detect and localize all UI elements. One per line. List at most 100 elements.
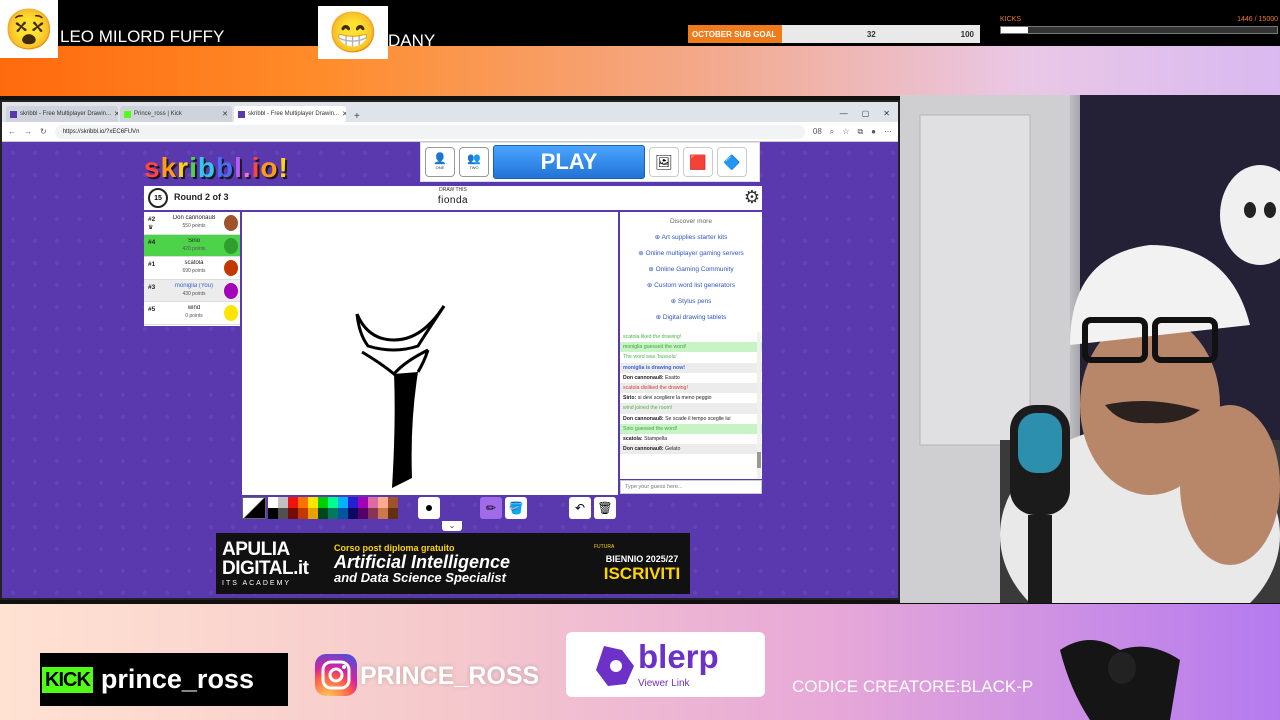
chat-message: Don cannonau8: Gelato: [620, 444, 762, 455]
color-swatch[interactable]: [308, 508, 318, 519]
player-row: #3 moniglia (You) 430 points: [144, 279, 240, 303]
person-icon: 👤: [433, 153, 447, 165]
color-swatch[interactable]: [288, 508, 298, 519]
discover-link[interactable]: ⊕ Custom word list generators: [620, 281, 762, 289]
chevron-down-icon[interactable]: ⌄: [442, 521, 462, 531]
browser-tab-skribbl-1[interactable]: skribbl - Free Multiplayer Drawin... ✕: [6, 106, 118, 122]
chat-message: scatola disliked the drawing!: [620, 383, 762, 394]
mode-one-button[interactable]: 👤 ONE: [425, 147, 455, 177]
pencil-icon[interactable]: ✏: [480, 497, 502, 519]
color-swatch[interactable]: [308, 497, 318, 508]
color-swatch[interactable]: [298, 508, 308, 519]
player-name: moniglia (You): [174, 282, 214, 289]
discover-link[interactable]: ⊕ Stylus pens: [620, 297, 762, 305]
chat-message: The word was 'bussola': [623, 354, 677, 361]
color-swatch[interactable]: [358, 497, 368, 508]
trash-icon[interactable]: 🗑: [594, 497, 616, 519]
instagram-glyph: [321, 660, 351, 690]
new-tab-icon[interactable]: +: [348, 111, 366, 122]
fill-bucket-icon[interactable]: 🪣: [505, 497, 527, 519]
chat-scrollbar-thumb[interactable]: [757, 452, 761, 468]
close-tab-icon[interactable]: ✕: [114, 110, 118, 118]
player-name: scatola: [184, 260, 204, 267]
player-row: #1 scatola 690 points: [144, 257, 240, 280]
extensions-icon[interactable]: ⧉: [857, 127, 863, 137]
browser-window: skribbl - Free Multiplayer Drawin... ✕ P…: [0, 100, 900, 600]
avatar-preview-icon[interactable]: 🖼: [649, 147, 679, 177]
color-swatch[interactable]: [328, 497, 338, 508]
browser-tab-kick[interactable]: Prince_ross | Kick ✕: [120, 106, 232, 122]
instagram-icon: [315, 654, 357, 696]
player-points: 0 points: [185, 313, 203, 320]
color-swatch[interactable]: [278, 497, 288, 508]
chat-message: Sirio: si devi scegliere la meno peggio: [623, 395, 712, 402]
color-swatch[interactable]: [288, 497, 298, 508]
tab-label: skribbl - Free Multiplayer Drawin...: [248, 111, 340, 117]
color-swatch[interactable]: [358, 508, 368, 519]
star-icon[interactable]: ☆: [842, 127, 849, 136]
color-swatch[interactable]: [298, 497, 308, 508]
black-panther-figure: [1060, 640, 1180, 720]
color-swatch[interactable]: [278, 508, 288, 519]
color-swatch[interactable]: [368, 497, 378, 508]
kick-channel-badge: KICK prince_ross: [40, 653, 288, 706]
discover-link[interactable]: ⊕ Digital drawing tablets: [620, 313, 762, 321]
color-swatch[interactable]: [318, 508, 328, 519]
close-window-icon[interactable]: ✕: [883, 109, 890, 118]
banner-title-line2: and Data Science Specialist: [334, 569, 506, 585]
kicks-progress-bar: [1000, 26, 1278, 34]
close-tab-icon[interactable]: ✕: [342, 110, 346, 118]
chat-message: Sirio guessed the word!: [620, 423, 762, 435]
discover-link[interactable]: ⊕ Online multiplayer gaming servers: [620, 249, 762, 257]
player-points: 430 points: [182, 290, 206, 297]
back-icon[interactable]: ←: [8, 127, 16, 136]
color-swatch[interactable]: [318, 497, 328, 508]
drawing-canvas[interactable]: [242, 212, 618, 495]
ad-banner[interactable]: APULIA DIGITAL.it ITS ACADEMY Corso post…: [216, 533, 690, 594]
player-avatar: [224, 260, 238, 277]
current-color-swatch[interactable]: [242, 497, 266, 519]
color-swatch[interactable]: [268, 508, 278, 519]
url-field[interactable]: https://skribbl.io/?xEC6FUVn: [54, 124, 805, 139]
forward-icon[interactable]: →: [24, 127, 32, 136]
play-button[interactable]: PLAY: [493, 145, 645, 179]
among-us-icon[interactable]: 🟥: [683, 147, 713, 177]
banner-futura: FUTURA: [594, 543, 615, 550]
color-swatch[interactable]: [348, 497, 358, 508]
color-swatch[interactable]: [338, 508, 348, 519]
maximize-icon[interactable]: ▢: [862, 109, 870, 118]
instagram-username: PRINCE_ROSS: [360, 662, 540, 690]
streamer2-name: DANY: [388, 31, 436, 50]
webcam-scene: [900, 95, 1280, 603]
color-swatch[interactable]: [348, 508, 358, 519]
color-swatch[interactable]: [378, 497, 388, 508]
skribbl-favicon-icon: [238, 110, 245, 118]
color-swatch[interactable]: [388, 497, 398, 508]
color-swatch[interactable]: [368, 508, 378, 519]
brush-size-button[interactable]: [418, 497, 440, 519]
discover-more-panel: Discover more ⊕ Art supplies starter kit…: [620, 212, 762, 334]
mode-two-button[interactable]: 👥 TWO: [459, 147, 489, 177]
discover-link[interactable]: ⊕ Online Gaming Community: [620, 265, 762, 273]
profile-icon[interactable]: ●: [871, 127, 876, 136]
webcam-feed: [900, 95, 1280, 603]
close-tab-icon[interactable]: ✕: [222, 110, 228, 118]
color-swatch[interactable]: [338, 497, 348, 508]
guess-input[interactable]: [620, 480, 762, 494]
reload-icon[interactable]: ↻: [40, 127, 47, 136]
undo-icon[interactable]: ↶: [569, 497, 591, 519]
discover-link[interactable]: ⊕ Art supplies starter kits: [620, 233, 762, 241]
search-icon[interactable]: ⌕: [830, 127, 834, 137]
color-swatch[interactable]: [328, 508, 338, 519]
minimize-icon[interactable]: —: [840, 109, 848, 118]
color-swatch[interactable]: [388, 508, 398, 519]
color-swatch[interactable]: [378, 508, 388, 519]
skribbl-page: skribbl.io! 👤 ONE 👥 TWO PLAY 🖼 🟥 🔷 15 Roun…: [2, 142, 898, 598]
player-points: 690 points: [182, 268, 206, 275]
drawing-toolbar: ✏ 🪣 ↶ 🗑: [242, 497, 618, 521]
menu-icon[interactable]: ⋯: [884, 127, 892, 136]
gear-icon[interactable]: ⚙: [744, 188, 760, 206]
color-swatch[interactable]: [268, 497, 278, 508]
roblox-icon[interactable]: 🔷: [717, 147, 747, 177]
browser-tab-skribbl-2[interactable]: skribbl - Free Multiplayer Drawin... ✕: [234, 106, 346, 122]
